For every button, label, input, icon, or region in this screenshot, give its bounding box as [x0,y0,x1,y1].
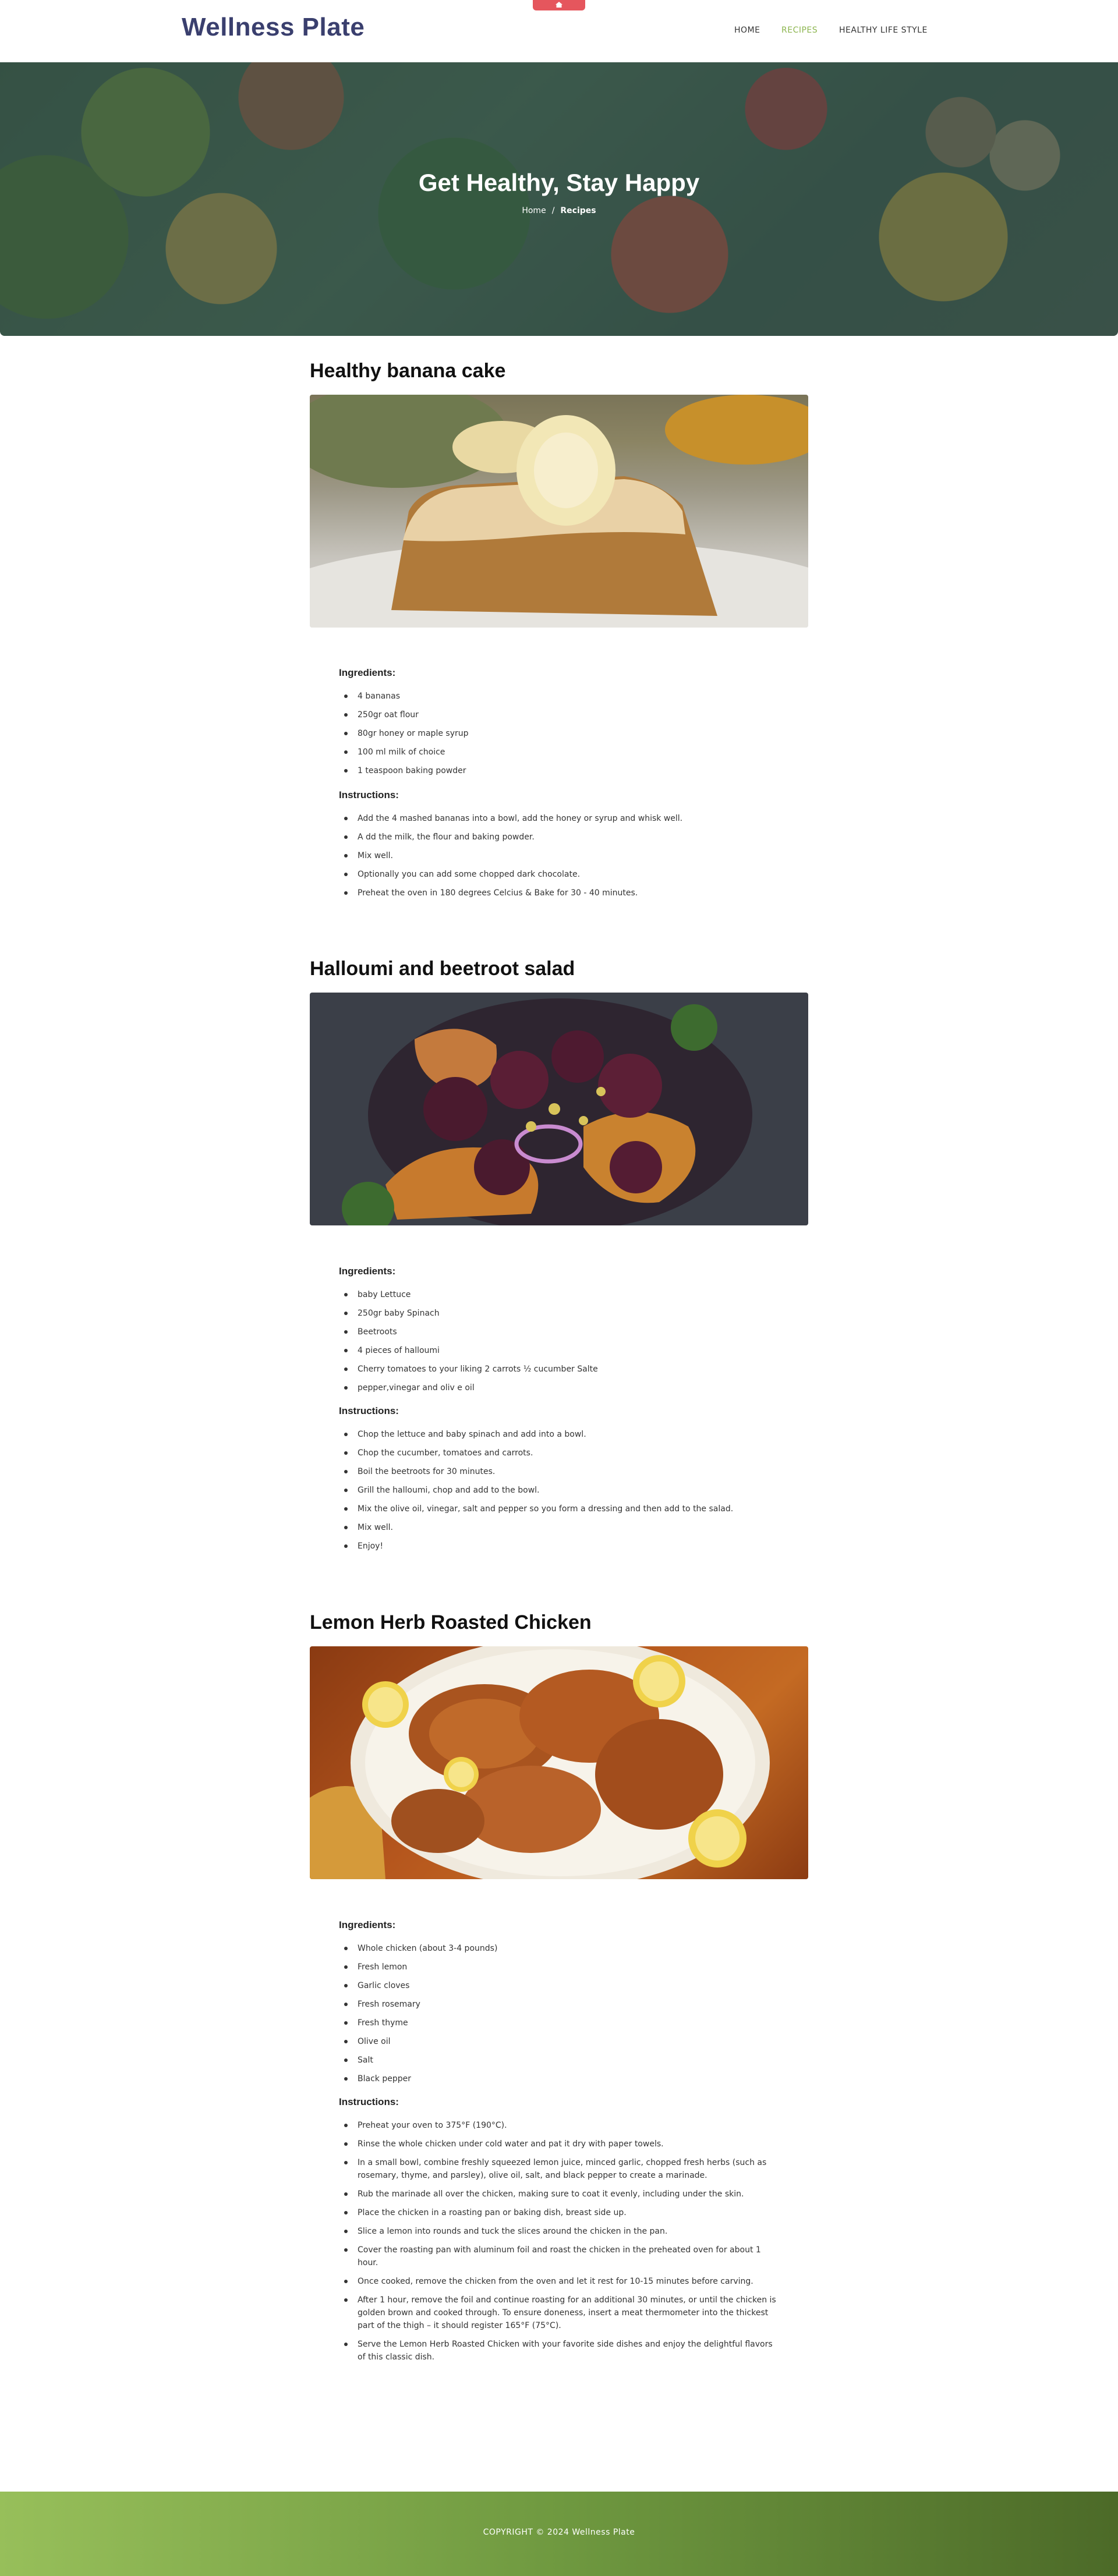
nav-recipes[interactable]: RECIPES [781,26,818,35]
list-item: Optionally you can add some chopped dark… [339,868,781,881]
ingredients-list: 4 bananas 250gr oat flour 80gr honey or … [339,690,781,783]
list-item: Chop the cucumber, tomatoes and carrots. [339,1447,781,1459]
instructions-list: Preheat your oven to 375°F (190°C). Rins… [339,2119,781,2369]
list-item: Salt [339,2054,781,2067]
scroll-top-tab[interactable] [533,0,585,10]
list-item: After 1 hour, remove the foil and contin… [339,2294,781,2332]
banana-cake-photo [310,395,808,628]
list-item: Mix well. [339,1521,781,1534]
list-item: 100 ml milk of choice [339,746,781,759]
list-item: Cherry tomatoes to your liking 2 carrots… [339,1363,781,1376]
hero-title: Get Healthy, Stay Happy [418,169,700,196]
instructions-heading: Instructions: [339,2096,399,2107]
list-item: Fresh lemon [339,1961,781,1973]
breadcrumb-current: Recipes [560,206,596,215]
list-item: baby Lettuce [339,1288,781,1301]
nav-home[interactable]: HOME [734,26,760,35]
list-item: Enjoy! [339,1540,781,1553]
list-item: 4 bananas [339,690,781,703]
hero-banner: Get Healthy, Stay Happy Home / Recipes [0,62,1118,336]
list-item: 4 pieces of halloumi [339,1344,781,1357]
breadcrumb: Home / Recipes [0,206,1118,215]
home-icon [556,2,562,8]
list-item: 1 teaspoon baking powder [339,764,781,777]
list-item: Olive oil [339,2035,781,2048]
ingredients-heading: Ingredients: [339,667,396,678]
recipe-title: Healthy banana cake [310,360,506,382]
halloumi-beetroot-salad-photo [310,993,808,1225]
instructions-list: Add the 4 mashed bananas into a bowl, ad… [339,812,781,905]
list-item: 250gr baby Spinach [339,1307,781,1320]
list-item: Fresh thyme [339,2017,781,2029]
list-item: Rub the marinade all over the chicken, m… [339,2188,781,2201]
list-item: Preheat your oven to 375°F (190°C). [339,2119,781,2132]
list-item: Mix the olive oil, vinegar, salt and pep… [339,1503,781,1515]
list-item: 250gr oat flour [339,708,781,721]
list-item: Garlic cloves [339,1979,781,1992]
list-item: Mix well. [339,849,781,862]
breadcrumb-home[interactable]: Home [522,206,546,215]
ingredients-list: Whole chicken (about 3-4 pounds) Fresh l… [339,1942,781,2091]
list-item: Add the 4 mashed bananas into a bowl, ad… [339,812,781,825]
list-item: Place the chicken in a roasting pan or b… [339,2206,781,2219]
list-item: Black pepper [339,2072,781,2085]
list-item: 80gr honey or maple syrup [339,727,781,740]
list-item: Once cooked, remove the chicken from the… [339,2275,781,2288]
list-item: A dd the milk, the flour and baking powd… [339,831,781,844]
list-item: Grill the halloumi, chop and add to the … [339,1484,781,1497]
banana-cake-illustration [310,395,808,628]
site-logo[interactable]: Wellness Plate [182,13,365,42]
list-item: Chop the lettuce and baby spinach and ad… [339,1428,781,1441]
ingredients-list: baby Lettuce 250gr baby Spinach Beetroot… [339,1288,781,1400]
list-item: pepper,vinegar and oliv e oil [339,1381,781,1394]
ingredients-heading: Ingredients: [339,1266,396,1277]
instructions-heading: Instructions: [339,1405,399,1416]
list-item: Serve the Lemon Herb Roasted Chicken wit… [339,2338,781,2364]
roasted-chicken-photo [310,1646,808,1879]
list-item: Fresh rosemary [339,1998,781,2011]
recipe-title: Lemon Herb Roasted Chicken [310,1611,592,1634]
list-item: Cover the roasting pan with aluminum foi… [339,2244,781,2269]
chicken-illustration [310,1646,770,1879]
instructions-list: Chop the lettuce and baby spinach and ad… [339,1428,781,1558]
list-item: Rinse the whole chicken under cold water… [339,2138,781,2150]
list-item: Slice a lemon into rounds and tuck the s… [339,2225,781,2238]
copyright-text: COPYRIGHT © 2024 Wellness Plate [483,2528,635,2537]
list-item: In a small bowl, combine freshly squeeze… [339,2156,781,2182]
nav-healthy-life-style[interactable]: HEALTHY LIFE STYLE [839,26,928,35]
site-footer: COPYRIGHT © 2024 Wellness Plate [0,2492,1118,2576]
list-item: Preheat the oven in 180 degrees Celcius … [339,887,781,899]
list-item: Whole chicken (about 3-4 pounds) [339,1942,781,1955]
breadcrumb-separator: / [551,206,555,215]
salad-illustration [342,998,752,1225]
recipe-title: Halloumi and beetroot salad [310,958,575,980]
list-item: Beetroots [339,1326,781,1338]
list-item: Boil the beetroots for 30 minutes. [339,1465,781,1478]
ingredients-heading: Ingredients: [339,1919,396,1930]
instructions-heading: Instructions: [339,789,399,800]
site-header: Wellness Plate HOME RECIPES HEALTHY LIFE… [0,0,1118,62]
